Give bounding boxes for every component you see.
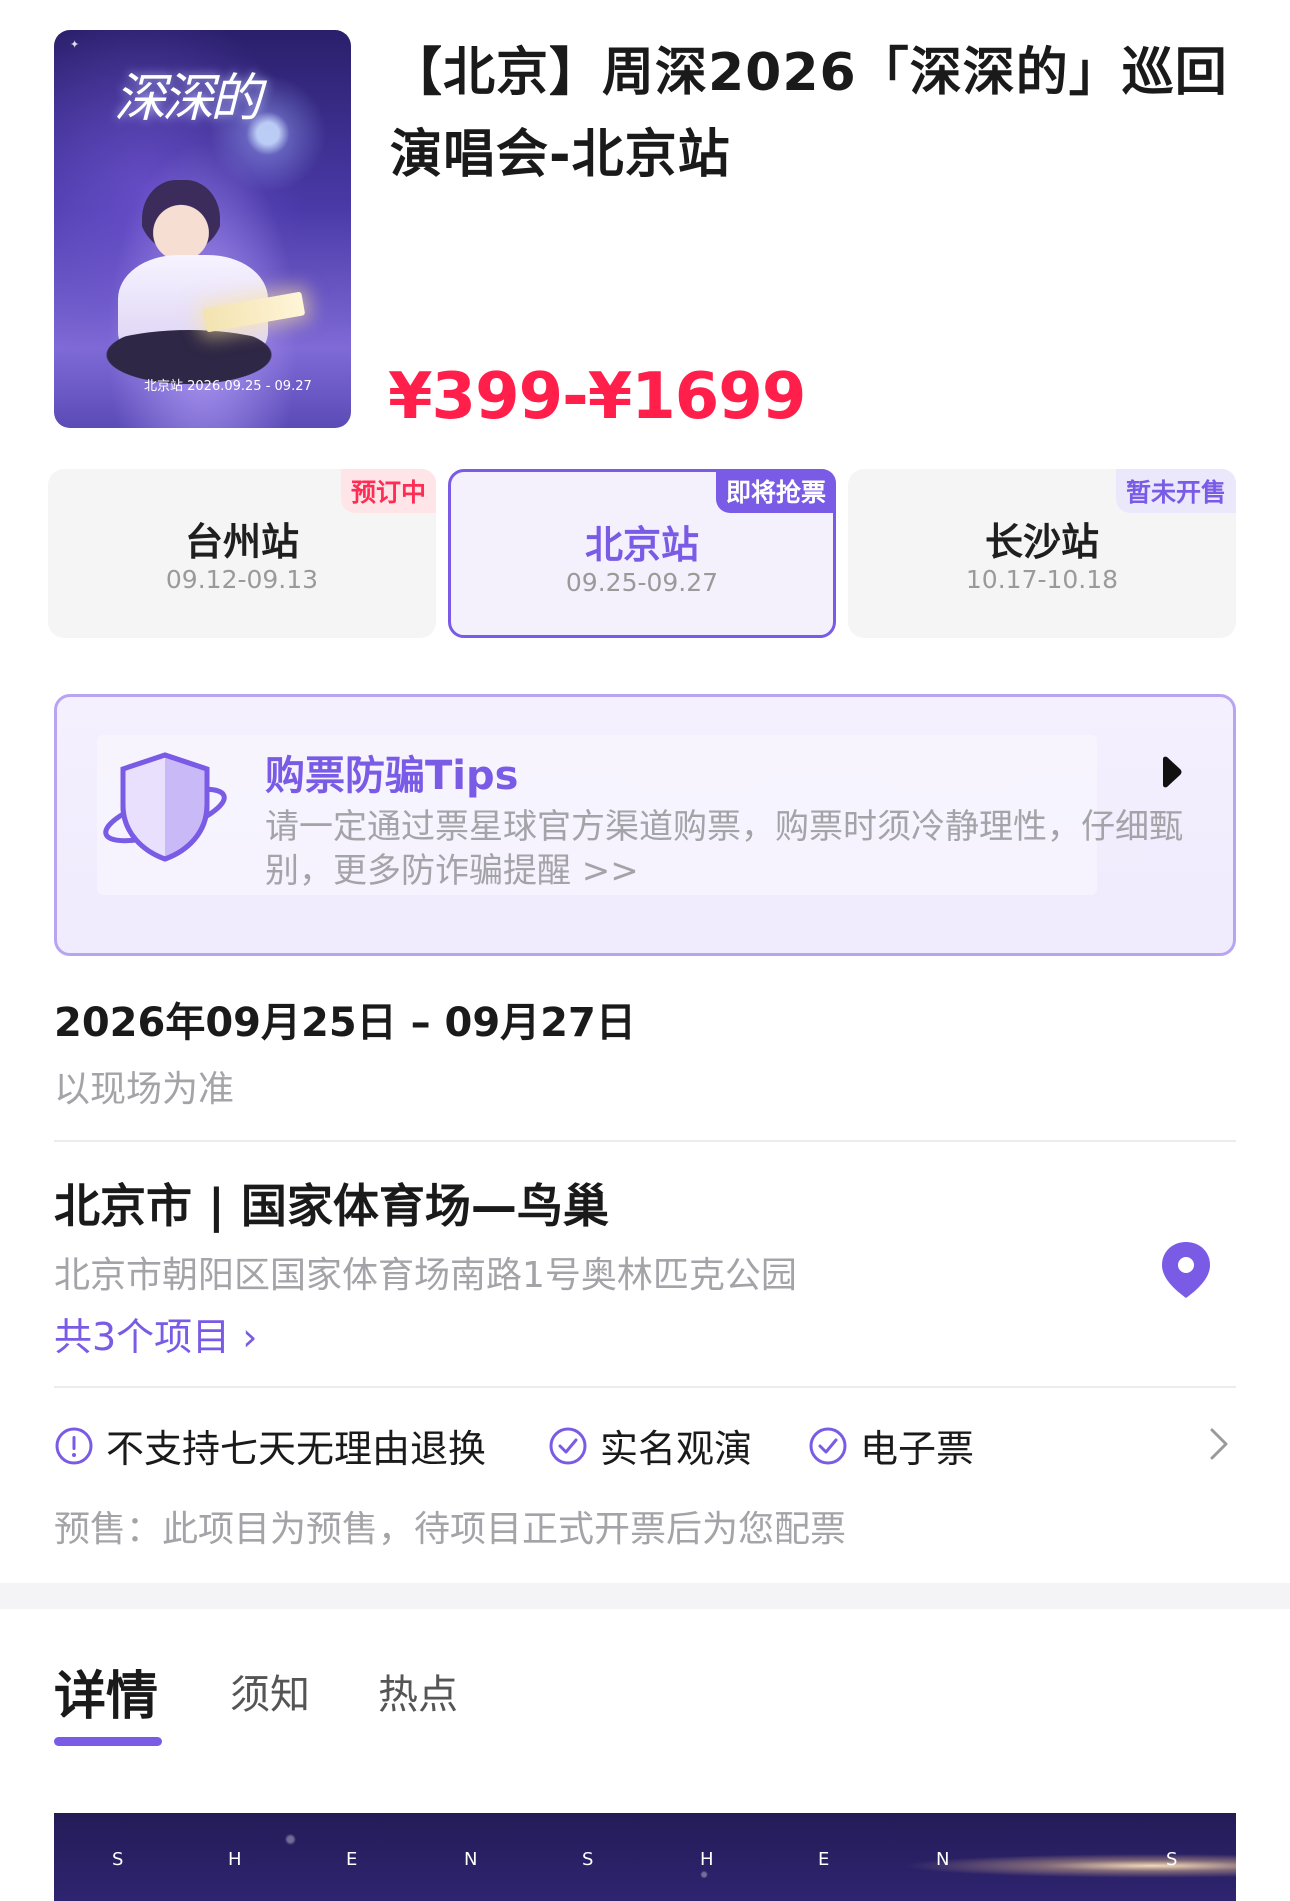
shield-icon <box>103 752 227 862</box>
policy-label: 不支持七天无理由退换 <box>106 1427 487 1471</box>
banner-letter: H <box>228 1849 244 1870</box>
detail-banner-image: S H E N S H E N S <box>54 1813 1236 1901</box>
banner-letter: S <box>1166 1849 1180 1870</box>
event-date-note: 以现场为准 <box>54 1069 235 1110</box>
presale-notice: 预售：此项目为预售，待项目正式开票后为您配票 <box>54 1509 847 1550</box>
divider <box>54 1140 1236 1142</box>
check-circle-icon <box>549 1427 587 1464</box>
active-tab-indicator <box>54 1737 162 1746</box>
station-name: 长沙站 <box>984 520 1099 564</box>
ticket-policies-row[interactable]: 不支持七天无理由退换 实名观演 电子票 <box>54 1418 1236 1473</box>
location-pin-icon[interactable] <box>1160 1240 1212 1300</box>
venue-address[interactable]: 北京市朝阳区国家体育场南路1号奥林匹克公园 <box>54 1246 797 1298</box>
event-title: 【北京】周深2026「深深的」巡回演唱会-北京站 <box>390 43 1228 185</box>
banner-letter: H <box>700 1849 716 1870</box>
poster-station-line: 北京站 2026.09.25 - 09.27 <box>144 379 312 394</box>
tips-title: 购票防骗Tips <box>265 753 519 799</box>
play-arrow-icon[interactable] <box>1159 755 1183 789</box>
divider <box>54 1386 1236 1388</box>
exclamation-circle-icon <box>55 1427 93 1464</box>
tab-details[interactable]: 详情 <box>54 1654 158 1729</box>
check-circle-icon <box>809 1427 847 1464</box>
poster-art-title: 深深的 <box>114 69 262 129</box>
station-status-badge: 预订中 <box>340 469 436 513</box>
policy-label: 实名观演 <box>600 1427 753 1471</box>
tab-hot-topics[interactable]: 热点 <box>378 1662 458 1720</box>
event-poster-image[interactable]: ✦ 深深的 北京站 2026.09.25 - 09.27 <box>54 30 351 428</box>
section-separator <box>0 1583 1290 1609</box>
policy-label: 电子票 <box>860 1427 975 1471</box>
station-status-badge: 暂未开售 <box>1115 469 1236 513</box>
banner-letter: E <box>346 1849 360 1870</box>
venue-projects-link[interactable]: 共3个项目 › <box>54 1306 257 1361</box>
station-card-taizhou[interactable]: 预订中 台州站 09.12-09.13 <box>48 469 436 638</box>
banner-letter: E <box>818 1849 832 1870</box>
policy-real-name: 实名观演 <box>548 1418 752 1473</box>
banner-letter: N <box>464 1849 480 1870</box>
anti-fraud-tips-banner[interactable]: 购票防骗Tips 请一定通过票星球官方渠道购票，购票时须冷静理性，仔细甄别，更多… <box>54 694 1236 956</box>
tips-text[interactable]: 请一定通过票星球官方渠道购票，购票时须冷静理性，仔细甄别，更多防诈骗提醒 >> <box>265 805 1185 893</box>
policy-e-ticket: 电子票 <box>808 1418 974 1473</box>
station-selector: 预订中 台州站 09.12-09.13 即将抢票 北京站 09.25-09.27… <box>48 469 1236 638</box>
event-detail-page: ✦ 深深的 北京站 2026.09.25 - 09.27 【北京】周深2026「… <box>0 0 1290 1901</box>
station-dates: 10.17-10.18 <box>965 565 1119 594</box>
tab-notice[interactable]: 须知 <box>230 1662 310 1720</box>
banner-letter: N <box>936 1849 952 1870</box>
station-card-changsha[interactable]: 暂未开售 长沙站 10.17-10.18 <box>848 469 1236 638</box>
chevron-right-icon[interactable] <box>1208 1426 1230 1462</box>
event-date-range: 2026年09月25日 – 09月27日 <box>54 1000 636 1046</box>
price-range: ¥399-¥1699 <box>388 360 806 434</box>
poster-logo: ✦ <box>70 38 81 51</box>
banner-letters: S H E N S H E N S <box>54 1849 1236 1879</box>
station-card-beijing[interactable]: 即将抢票 北京站 09.25-09.27 <box>448 469 836 638</box>
venue-name[interactable]: 北京市 | 国家体育场—鸟巢 <box>54 1170 609 1236</box>
station-dates: 09.25-09.27 <box>565 568 719 597</box>
station-status-badge: 即将抢票 <box>715 469 836 513</box>
banner-letter: S <box>112 1849 126 1870</box>
station-name: 台州站 <box>184 520 299 564</box>
banner-letter: S <box>582 1849 596 1870</box>
station-name: 北京站 <box>584 523 699 567</box>
policy-no-refund: 不支持七天无理由退换 <box>54 1418 486 1473</box>
station-dates: 09.12-09.13 <box>165 565 319 594</box>
